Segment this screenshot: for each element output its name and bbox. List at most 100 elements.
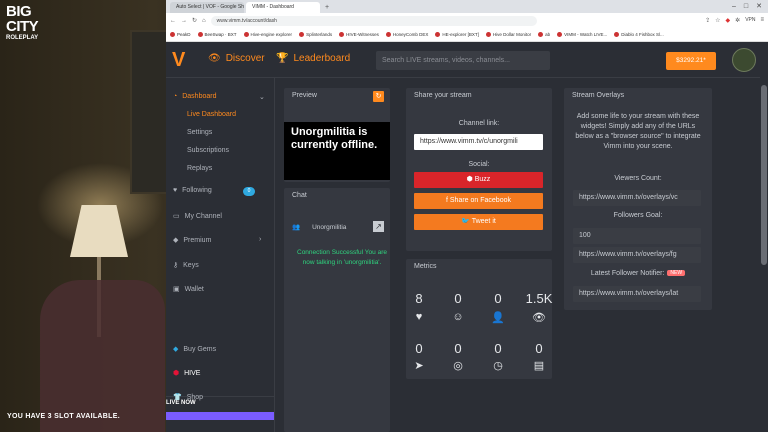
followers-url-field[interactable]: https://www.vimm.tv/overlays/fg bbox=[573, 247, 701, 263]
bookmark-item[interactable]: Hive Dollar Monitor bbox=[485, 32, 531, 37]
overlays-title: Stream Overlays bbox=[572, 92, 625, 99]
bookmark-item[interactable]: Hive-engine explorer bbox=[243, 32, 292, 37]
viewers-label: Viewers Count: bbox=[614, 175, 662, 182]
bookmark-item[interactable]: HoneyComb DEX bbox=[385, 32, 428, 37]
bookmark-label: Splinterlands bbox=[306, 32, 333, 37]
latest-follower-text: Latest Follower Notifier: bbox=[590, 270, 665, 277]
latest-follower-url-field[interactable]: https://www.vimm.tv/overlays/lat bbox=[573, 286, 701, 302]
bookmark-item[interactable]: HIVE-Witnesses bbox=[339, 32, 379, 37]
scrollbar-thumb[interactable] bbox=[761, 85, 767, 265]
new-badge: NEW bbox=[667, 270, 686, 277]
tab-sheets[interactable]: Auto Select | VOF - Google Sheets bbox=[170, 2, 244, 13]
metric-views: 1.5K bbox=[525, 291, 553, 306]
share-icon[interactable]: ⇪ bbox=[705, 17, 710, 24]
window-controls: – □ ✕ bbox=[732, 0, 768, 13]
address-input[interactable]: www.vimm.tv/account/dash bbox=[210, 15, 537, 26]
eye-icon: 👁 bbox=[532, 312, 546, 324]
share-facebook-button[interactable]: f Share on Facebook bbox=[414, 193, 543, 209]
chat-username: Unorgmilitia bbox=[312, 223, 347, 231]
bookmark-item[interactable]: PeakD bbox=[170, 32, 191, 37]
expand-chat-icon[interactable]: ↗ bbox=[373, 221, 384, 232]
balance-button[interactable]: $3292.21* bbox=[666, 52, 716, 70]
gem-icon: ◆ bbox=[173, 346, 179, 353]
metrics-panel: Metrics 8 0 0 1.5K ♥ ☺ 👤 👁 0 0 0 0 ➤ ◎ ◷… bbox=[406, 259, 552, 379]
bookmark-item[interactable]: Splinterlands bbox=[299, 32, 332, 37]
bookmark-favicon-icon bbox=[435, 32, 441, 37]
game-logo: BIG CITY ROLEPLAY bbox=[6, 4, 58, 42]
metric-time: 0 bbox=[494, 341, 502, 356]
star-icon[interactable]: ☆ bbox=[715, 17, 720, 24]
discover-link[interactable]: 👁 Discover bbox=[208, 53, 265, 64]
overlays-description: Add some life to your stream with these … bbox=[575, 113, 701, 150]
sidebar-item-dashboard[interactable]: ◔ Dashboard bbox=[173, 93, 216, 100]
menu-icon[interactable]: ≡ bbox=[760, 17, 764, 24]
followers-goal-field[interactable]: 100 bbox=[573, 228, 701, 244]
wallet-icon: ▣ bbox=[173, 286, 180, 293]
tab-vimm[interactable]: VIMM - Dashboard bbox=[246, 2, 320, 13]
new-tab-button[interactable]: + bbox=[322, 2, 332, 13]
bookmark-item[interactable]: BeeSwap · BXT bbox=[197, 32, 237, 37]
reload-icon[interactable]: ↻ bbox=[192, 17, 197, 24]
extension-icon[interactable]: ◆ bbox=[726, 17, 731, 24]
sidebar-item-settings[interactable]: Settings bbox=[187, 129, 212, 136]
bookmark-item[interactable]: HE-explorer [BXT] bbox=[435, 32, 479, 37]
fingerprint-icon: ◎ bbox=[453, 360, 463, 372]
leaderboard-link[interactable]: 🏆 Leaderboard bbox=[276, 53, 350, 64]
user-icon: 👤 bbox=[491, 312, 505, 324]
sidebar-item-subscriptions[interactable]: Subscriptions bbox=[187, 147, 229, 154]
bookmark-item[interactable]: ab bbox=[538, 32, 550, 37]
bookmark-label: HE-explorer [BXT] bbox=[442, 32, 479, 37]
window-frame bbox=[130, 30, 170, 194]
users-icon: 👥 bbox=[292, 224, 301, 231]
puzzle-icon[interactable]: ✲ bbox=[735, 17, 740, 24]
chevron-down-icon[interactable]: ⌄ bbox=[259, 93, 265, 101]
home-icon[interactable]: ⌂ bbox=[202, 18, 206, 24]
vimm-logo-icon[interactable]: V bbox=[172, 49, 194, 71]
page-scrollbar[interactable] bbox=[760, 77, 768, 432]
social-label: Social: bbox=[468, 161, 490, 168]
sidebar-item-buy-gems[interactable]: ◆ Buy Gems bbox=[173, 345, 217, 354]
metric-followers: 0 bbox=[494, 291, 502, 306]
bookmark-item[interactable]: VIMM - Watch LIVE... bbox=[557, 32, 607, 37]
sidebar-item-wallet[interactable]: ▣ Wallet bbox=[173, 285, 204, 294]
sidebar: ◔ Dashboard ⌄ Live Dashboard Settings Sub… bbox=[166, 78, 275, 432]
bookmark-item[interactable]: Diablo 4 Fishbox Sl... bbox=[614, 32, 664, 37]
minimize-icon[interactable]: – bbox=[732, 0, 736, 13]
slot-text: YOU HAVE 3 SLOT AVAILABLE. bbox=[7, 413, 120, 420]
bookmark-favicon-icon bbox=[243, 32, 249, 37]
bookmark-favicon-icon bbox=[299, 32, 305, 37]
forward-icon[interactable]: → bbox=[181, 18, 187, 24]
chat-title: Chat bbox=[292, 192, 307, 199]
buzz-button[interactable]: ⬢ Buzz bbox=[414, 172, 543, 188]
latest-follower-label: Latest Follower Notifier: NEW bbox=[564, 270, 712, 277]
clock-icon: ◷ bbox=[493, 360, 503, 372]
twitter-icon: 🐦 bbox=[461, 218, 470, 225]
sidebar-item-premium[interactable]: ◆ Premium bbox=[173, 236, 211, 245]
sidebar-item-following[interactable]: ♥ Following bbox=[173, 187, 212, 194]
refresh-button[interactable]: ↻ bbox=[373, 91, 384, 102]
buzz-label: Buzz bbox=[474, 176, 491, 183]
sidebar-item-my-channel[interactable]: ▭ My Channel bbox=[173, 212, 222, 221]
search-input[interactable]: Search LIVE streams, videos, channels... bbox=[376, 51, 550, 70]
bookmark-favicon-icon bbox=[557, 32, 563, 37]
maximize-icon[interactable]: □ bbox=[744, 0, 748, 13]
tweet-button[interactable]: 🐦 Tweet it bbox=[414, 214, 543, 230]
hive-icon: ⬢ bbox=[173, 370, 180, 377]
sidebar-item-shop[interactable]: 👕 Shop bbox=[173, 393, 203, 402]
sidebar-item-live-dashboard[interactable]: Live Dashboard bbox=[187, 111, 236, 118]
close-icon[interactable]: ✕ bbox=[756, 0, 762, 13]
metric-fingerprint: 0 bbox=[454, 341, 462, 356]
sidebar-item-replays[interactable]: Replays bbox=[187, 165, 212, 172]
avatar[interactable] bbox=[732, 48, 756, 72]
back-icon[interactable]: ← bbox=[170, 18, 176, 24]
chevron-right-icon[interactable]: › bbox=[259, 236, 261, 243]
bookmark-label: BeeSwap · BXT bbox=[204, 32, 237, 37]
buy-gems-label: Buy Gems bbox=[183, 345, 217, 353]
dashboard-icon: ◔ bbox=[173, 93, 178, 100]
vpn-button[interactable]: VPN bbox=[745, 17, 755, 24]
logo-line-3: ROLEPLAY bbox=[6, 35, 39, 41]
viewers-url-field[interactable]: https://www.vimm.tv/overlays/vc bbox=[573, 190, 701, 206]
channel-link-field[interactable]: https://www.vimm.tv/c/unorgmili bbox=[414, 134, 543, 150]
sidebar-item-hive[interactable]: ⬢ HIVE bbox=[173, 369, 200, 378]
sidebar-item-keys[interactable]: ⚷ Keys bbox=[173, 261, 199, 270]
